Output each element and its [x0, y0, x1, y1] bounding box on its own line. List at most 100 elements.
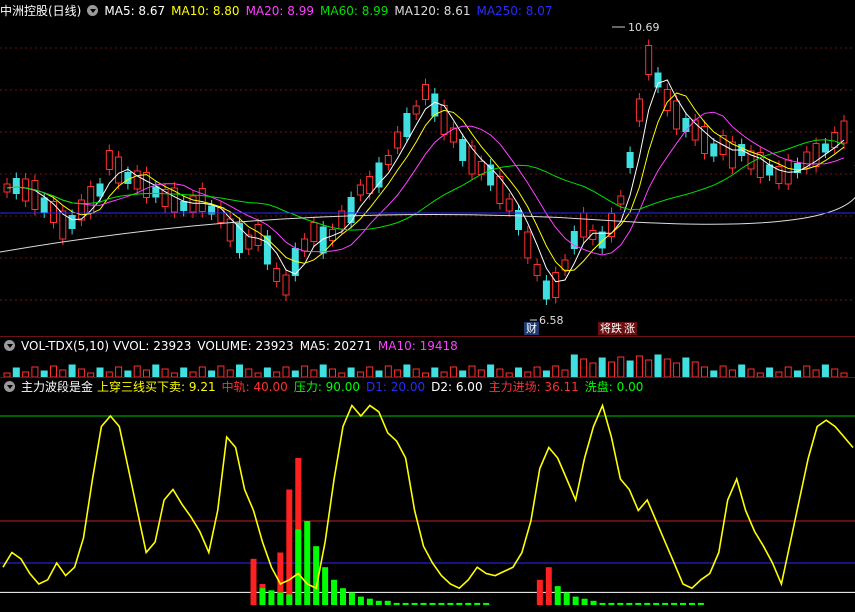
rise-tag[interactable]: 涨 — [622, 322, 637, 335]
volume-bars[interactable] — [3, 354, 848, 378]
volume-bar — [394, 369, 402, 378]
dropdown-icon[interactable] — [4, 381, 15, 392]
volume-bar — [728, 369, 736, 378]
candle-body — [840, 120, 848, 144]
candle-body — [542, 280, 550, 300]
wash-bar — [653, 602, 660, 605]
candle-body — [645, 45, 653, 75]
drop-tag[interactable]: 将跌 — [598, 322, 624, 335]
volume-bar — [812, 369, 820, 378]
wash-bar — [304, 521, 311, 605]
candle-body — [654, 72, 662, 88]
dropdown-icon[interactable] — [4, 340, 15, 351]
candle-body — [198, 188, 206, 212]
wash-bar — [286, 594, 293, 605]
candle-body — [87, 186, 95, 214]
ma-line — [6, 79, 845, 283]
candle-body — [440, 105, 448, 135]
dropdown-icon[interactable] — [87, 5, 99, 16]
financial-tag[interactable]: 财 — [524, 322, 539, 335]
wash-bar — [474, 602, 481, 605]
candle-body — [431, 93, 439, 117]
volume-bar — [12, 367, 20, 378]
volume-bar — [821, 364, 829, 378]
volume-bar — [152, 364, 160, 378]
candle-body — [124, 172, 132, 184]
volume-bar — [217, 365, 225, 378]
volume-bar — [803, 365, 811, 378]
volume-bar — [570, 354, 578, 378]
volume-bar — [198, 366, 206, 378]
candle-body — [580, 212, 588, 238]
indicator-value: 压力: 90.00 — [293, 380, 361, 394]
wash-bar — [626, 602, 633, 605]
volume-bar — [784, 366, 792, 378]
wash-bar — [483, 602, 490, 605]
indicator-value: MA5: 8.67 — [104, 4, 166, 18]
candle-body — [263, 235, 271, 265]
volume-bar — [626, 360, 634, 378]
candle-body — [673, 100, 681, 130]
candle-body — [31, 180, 39, 210]
volume-title: VOL-TDX(5,10) — [21, 339, 110, 353]
indicator-value: MA5: 20271 — [299, 339, 372, 353]
wash-bar — [259, 588, 266, 605]
main-force-bar — [536, 579, 543, 605]
candle-body — [710, 143, 718, 157]
volume-bar — [431, 367, 439, 378]
candle-body — [524, 231, 532, 259]
oscillator-bars[interactable] — [250, 458, 704, 605]
wash-bar — [420, 602, 427, 605]
candle-body — [626, 152, 634, 168]
candle-body — [319, 226, 327, 254]
volume-bar — [161, 368, 169, 378]
wash-bar — [581, 598, 588, 605]
wash-bar — [429, 602, 436, 605]
candle-body — [152, 186, 160, 198]
candle-body — [459, 139, 467, 161]
candle-body — [115, 156, 123, 184]
volume-bar — [245, 368, 253, 378]
candle-body — [394, 131, 402, 149]
oscillator-indicators: 上穿三线买下卖: 9.21 中轨: 40.00 压力: 90.00 D1: 20.00… — [97, 380, 649, 394]
wash-bar — [465, 602, 472, 605]
candle-body — [217, 207, 225, 223]
volume-bar — [301, 365, 309, 378]
candle-body — [617, 195, 625, 205]
indicator-value: MA20: 8.99 — [245, 4, 314, 18]
indicator-value: MA250: 8.07 — [476, 4, 553, 18]
volume-bar — [598, 357, 606, 378]
stock-title: 中洲控股(日线) — [0, 4, 82, 18]
volume-bar — [329, 368, 336, 378]
volume-bar — [226, 369, 234, 378]
volume-bar — [59, 369, 67, 378]
wash-bar — [572, 596, 579, 605]
oscillator-line[interactable] — [2, 403, 854, 590]
candle-body — [68, 215, 76, 229]
ma-line — [6, 92, 845, 272]
volume-bar — [738, 364, 746, 378]
volume-bar — [496, 368, 504, 378]
volume-bar — [319, 364, 327, 378]
volume-bar — [766, 367, 774, 378]
volume-bar — [533, 366, 541, 378]
candle-body — [598, 231, 606, 249]
volume-bar — [366, 366, 374, 378]
chart-canvas — [0, 26, 855, 605]
volume-bar — [263, 367, 271, 378]
volume-bar — [282, 366, 290, 378]
volume-bar — [133, 365, 141, 378]
volume-bar — [747, 368, 755, 378]
wash-bar — [563, 592, 570, 605]
volume-bar — [682, 357, 690, 378]
wash-bar — [688, 602, 695, 605]
wash-bar — [268, 590, 275, 605]
candle-body — [40, 197, 48, 213]
wash-bar — [608, 602, 615, 605]
wash-bar — [393, 602, 400, 605]
volume-bar — [347, 367, 355, 378]
indicator-value: MA120: 8.61 — [394, 4, 471, 18]
volume-bar — [487, 364, 495, 378]
volume-bar — [515, 367, 522, 378]
wash-bar — [331, 579, 338, 605]
